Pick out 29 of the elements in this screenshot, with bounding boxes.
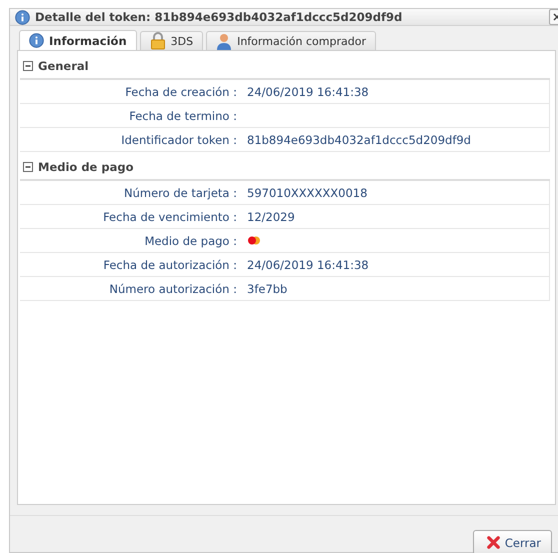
field-label: Fecha de autorización : <box>102 258 238 272</box>
field-label: Identificador token : <box>120 132 238 146</box>
field-value: 3fe7bb <box>247 282 288 296</box>
field-value: 12/2029 <box>247 210 295 224</box>
card-logo-icon <box>247 236 261 245</box>
field-label: Medio de pago : <box>144 234 238 248</box>
field-label: Fecha de creación : <box>124 84 238 98</box>
field-label: Número autorización : <box>108 282 238 296</box>
user-icon <box>216 32 232 50</box>
field-label: Fecha de vencimiento : <box>102 210 238 224</box>
close-icon <box>486 535 501 550</box>
tab[interactable]: 3DS <box>140 31 204 50</box>
field-value: 597010XXXXXX0018 <box>247 186 368 200</box>
collapse-icon[interactable] <box>23 162 33 172</box>
field-value: 24/06/2019 16:41:38 <box>247 84 369 98</box>
padlock-icon <box>150 32 166 50</box>
tab[interactable]: Información comprador <box>206 31 376 50</box>
close-dialog-button[interactable]: Cerrar <box>472 530 552 553</box>
collapse-icon[interactable] <box>23 61 33 71</box>
field-value: 81b894e693db4032af1dccc5d209df9d <box>247 132 471 146</box>
section-title: General <box>38 59 89 73</box>
field-label: Fecha de termino : <box>128 108 238 122</box>
window-title: Detalle del token: 81b894e693db4032af1dccc5d209df9d <box>35 10 404 24</box>
section-title: Medio de pago <box>38 160 134 174</box>
field-value: 24/06/2019 16:41:38 <box>247 258 369 272</box>
info-icon <box>29 33 44 48</box>
tab[interactable]: Información <box>19 30 137 50</box>
field-label: Número de tarjeta : <box>122 186 238 200</box>
info-icon <box>15 10 30 24</box>
